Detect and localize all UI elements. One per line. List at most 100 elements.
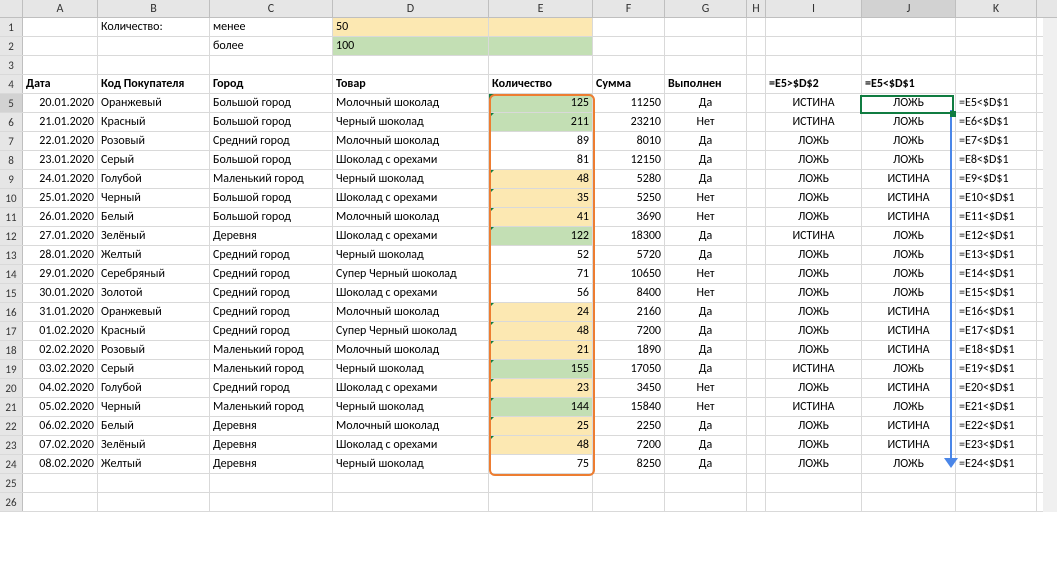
cell-E5[interactable]: 125 — [489, 94, 593, 112]
cell-B18[interactable]: Розовый — [98, 341, 210, 359]
cell-E3[interactable] — [489, 56, 593, 74]
cell-K23[interactable]: =E23<$D$1 — [956, 436, 1037, 454]
row-header-15[interactable]: 15 — [0, 284, 23, 302]
row-header-1[interactable]: 1 — [0, 18, 23, 36]
cell-C4[interactable]: Город — [210, 75, 333, 93]
cell-B22[interactable]: Белый — [98, 417, 210, 435]
cell-K4[interactable] — [956, 75, 1037, 93]
cell-G12[interactable]: Да — [665, 227, 747, 245]
cell-B19[interactable]: Серый — [98, 360, 210, 378]
cell-H6[interactable] — [747, 113, 766, 131]
cell-G14[interactable]: Нет — [665, 265, 747, 283]
cell-J26[interactable] — [862, 493, 956, 511]
cell-G2[interactable] — [665, 37, 747, 55]
cell-D12[interactable]: Шоколад с орехами — [333, 227, 489, 245]
cell-I26[interactable] — [766, 493, 862, 511]
cell-G20[interactable]: Нет — [665, 379, 747, 397]
cell-F17[interactable]: 7200 — [593, 322, 665, 340]
cell-A17[interactable]: 01.02.2020 — [23, 322, 98, 340]
row-header-26[interactable]: 26 — [0, 493, 23, 511]
row-header-10[interactable]: 10 — [0, 189, 23, 207]
cell-H23[interactable] — [747, 436, 766, 454]
cell-K21[interactable]: =E21<$D$1 — [956, 398, 1037, 416]
row-header-7[interactable]: 7 — [0, 132, 23, 150]
cell-A21[interactable]: 05.02.2020 — [23, 398, 98, 416]
vertical-scrollbar[interactable] — [1043, 18, 1057, 512]
cell-F12[interactable]: 18300 — [593, 227, 665, 245]
col-header-A[interactable]: A — [23, 0, 98, 17]
cell-C18[interactable]: Маленький город — [210, 341, 333, 359]
row-header-8[interactable]: 8 — [0, 151, 23, 169]
cell-E12[interactable]: 122 — [489, 227, 593, 245]
cell-C23[interactable]: Деревня — [210, 436, 333, 454]
cell-F25[interactable] — [593, 474, 665, 492]
cell-B2[interactable] — [98, 37, 210, 55]
cell-H13[interactable] — [747, 246, 766, 264]
row-header-23[interactable]: 23 — [0, 436, 23, 454]
cell-H14[interactable] — [747, 265, 766, 283]
cell-K20[interactable]: =E20<$D$1 — [956, 379, 1037, 397]
cell-E23[interactable]: 48 — [489, 436, 593, 454]
cell-C20[interactable]: Средний город — [210, 379, 333, 397]
cell-F11[interactable]: 3690 — [593, 208, 665, 226]
cell-B21[interactable]: Черный — [98, 398, 210, 416]
cell-I18[interactable]: ЛОЖЬ — [766, 341, 862, 359]
cell-I23[interactable]: ЛОЖЬ — [766, 436, 862, 454]
cell-C25[interactable] — [210, 474, 333, 492]
cell-A22[interactable]: 06.02.2020 — [23, 417, 98, 435]
cell-A15[interactable]: 30.01.2020 — [23, 284, 98, 302]
cell-J11[interactable]: ИСТИНА — [862, 208, 956, 226]
cell-J14[interactable]: ЛОЖЬ — [862, 265, 956, 283]
cell-H17[interactable] — [747, 322, 766, 340]
cell-G16[interactable]: Да — [665, 303, 747, 321]
cell-E25[interactable] — [489, 474, 593, 492]
cell-H21[interactable] — [747, 398, 766, 416]
col-header-K[interactable]: K — [956, 0, 1037, 17]
cell-C16[interactable]: Средний город — [210, 303, 333, 321]
cell-G26[interactable] — [665, 493, 747, 511]
cell-A11[interactable]: 26.01.2020 — [23, 208, 98, 226]
row-header-14[interactable]: 14 — [0, 265, 23, 283]
cell-H7[interactable] — [747, 132, 766, 150]
cell-J6[interactable]: ЛОЖЬ — [862, 113, 956, 131]
cell-F2[interactable] — [593, 37, 665, 55]
cell-J2[interactable] — [862, 37, 956, 55]
cell-I16[interactable]: ЛОЖЬ — [766, 303, 862, 321]
cell-D18[interactable]: Молочный шоколад — [333, 341, 489, 359]
cell-I2[interactable] — [766, 37, 862, 55]
cell-A5[interactable]: 20.01.2020 — [23, 94, 98, 112]
cell-I14[interactable]: ЛОЖЬ — [766, 265, 862, 283]
cell-A18[interactable]: 02.02.2020 — [23, 341, 98, 359]
cell-A26[interactable] — [23, 493, 98, 511]
cell-E24[interactable]: 75 — [489, 455, 593, 473]
cell-C6[interactable]: Большой город — [210, 113, 333, 131]
cell-B11[interactable]: Белый — [98, 208, 210, 226]
cell-G23[interactable]: Да — [665, 436, 747, 454]
cell-E13[interactable]: 52 — [489, 246, 593, 264]
cell-A8[interactable]: 23.01.2020 — [23, 151, 98, 169]
cell-I1[interactable] — [766, 18, 862, 36]
cell-D11[interactable]: Молочный шоколад — [333, 208, 489, 226]
cell-D13[interactable]: Черный шоколад — [333, 246, 489, 264]
cell-K11[interactable]: =E11<$D$1 — [956, 208, 1037, 226]
cell-F3[interactable] — [593, 56, 665, 74]
cell-F1[interactable] — [593, 18, 665, 36]
cell-B23[interactable]: Зелёный — [98, 436, 210, 454]
cell-G9[interactable]: Да — [665, 170, 747, 188]
cell-J19[interactable]: ЛОЖЬ — [862, 360, 956, 378]
cell-F9[interactable]: 5280 — [593, 170, 665, 188]
col-header-G[interactable]: G — [665, 0, 747, 17]
row-header-24[interactable]: 24 — [0, 455, 23, 473]
cell-K6[interactable]: =E6<$D$1 — [956, 113, 1037, 131]
cell-J16[interactable]: ИСТИНА — [862, 303, 956, 321]
cell-H11[interactable] — [747, 208, 766, 226]
cell-G10[interactable]: Нет — [665, 189, 747, 207]
cell-D7[interactable]: Молочный шоколад — [333, 132, 489, 150]
cell-A6[interactable]: 21.01.2020 — [23, 113, 98, 131]
col-header-D[interactable]: D — [333, 0, 489, 17]
cell-A24[interactable]: 08.02.2020 — [23, 455, 98, 473]
cell-B17[interactable]: Красный — [98, 322, 210, 340]
cell-G13[interactable]: Да — [665, 246, 747, 264]
cell-I11[interactable]: ЛОЖЬ — [766, 208, 862, 226]
cell-H24[interactable] — [747, 455, 766, 473]
